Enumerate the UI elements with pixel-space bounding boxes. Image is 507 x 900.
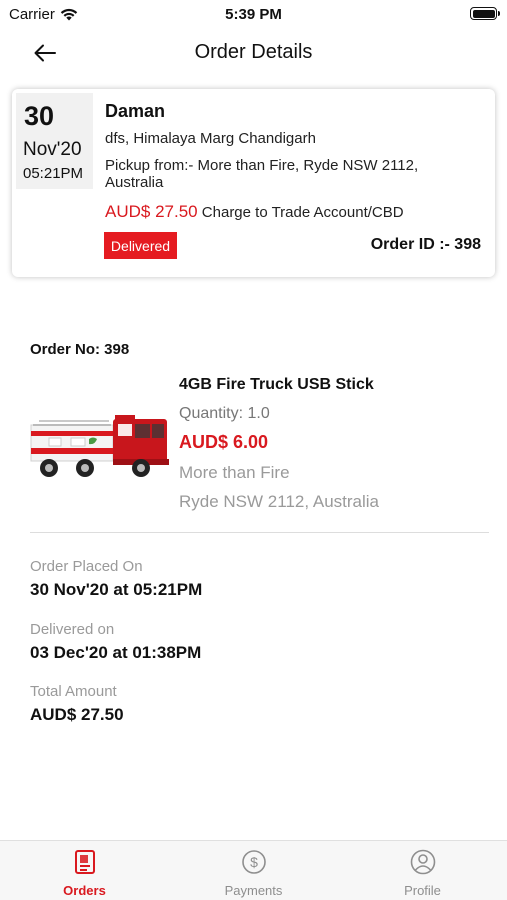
delivered-value: 03 Dec'20 at 01:38PM xyxy=(30,643,202,662)
orders-icon xyxy=(75,850,95,874)
order-date-box: 30 Nov'20 05:21PM xyxy=(16,93,93,189)
delivered-label: Delivered on xyxy=(30,621,115,638)
tab-payments[interactable]: $ Payments xyxy=(169,841,338,900)
tab-bar: Orders $ Payments Profile xyxy=(0,840,507,900)
nav-bar: Order Details xyxy=(0,30,507,76)
total-amount-label: Total Amount xyxy=(30,683,117,700)
order-placed-value: 30 Nov'20 at 05:21PM xyxy=(30,580,203,599)
payments-icon: $ xyxy=(242,850,266,874)
seller-name: More than Fire xyxy=(179,463,290,482)
delivery-address: dfs, Himalaya Marg Chandigarh xyxy=(105,130,316,147)
order-month: Nov'20 xyxy=(23,139,82,160)
order-number: Order No: 398 xyxy=(30,341,130,358)
product-name: 4GB Fire Truck USB Stick xyxy=(179,376,374,393)
order-price-line: AUD$ 27.50 Charge to Trade Account/CBD xyxy=(105,202,404,222)
profile-icon xyxy=(410,849,436,875)
customer-name: Daman xyxy=(105,101,166,121)
divider xyxy=(30,532,489,533)
order-id: Order ID :- 398 xyxy=(370,236,481,253)
pickup-location: Pickup from:- More than Fire, Ryde NSW 2… xyxy=(105,157,419,191)
order-day: 30 xyxy=(24,101,55,131)
status-time: 5:39 PM xyxy=(225,6,282,23)
order-summary-card: 30 Nov'20 05:21PM Daman dfs, Himalaya Ma… xyxy=(12,89,495,277)
tab-orders[interactable]: Orders xyxy=(0,841,169,900)
svg-text:$: $ xyxy=(250,854,258,870)
order-time: 05:21PM xyxy=(23,165,84,182)
product-quantity: Quantity: 1.0 xyxy=(179,405,270,422)
fire-truck-image xyxy=(30,415,169,477)
seller-address: Ryde NSW 2112, Australia xyxy=(179,492,379,511)
order-placed-label: Order Placed On xyxy=(30,558,143,575)
tab-orders-label: Orders xyxy=(63,883,106,898)
total-amount-value: AUD$ 27.50 xyxy=(30,705,124,724)
status-badge: Delivered xyxy=(104,232,177,259)
tab-profile[interactable]: Profile xyxy=(338,841,507,900)
battery-icon xyxy=(470,7,500,20)
status-bar: Carrier 5:39 PM xyxy=(0,0,507,28)
charge-note: Charge to Trade Account/CBD xyxy=(201,204,404,221)
product-price: AUD$ 6.00 xyxy=(179,432,269,452)
page-title: Order Details xyxy=(194,41,313,63)
tab-profile-label: Profile xyxy=(404,883,441,898)
tab-payments-label: Payments xyxy=(224,883,283,898)
order-amount: AUD$ 27.50 xyxy=(105,202,198,221)
